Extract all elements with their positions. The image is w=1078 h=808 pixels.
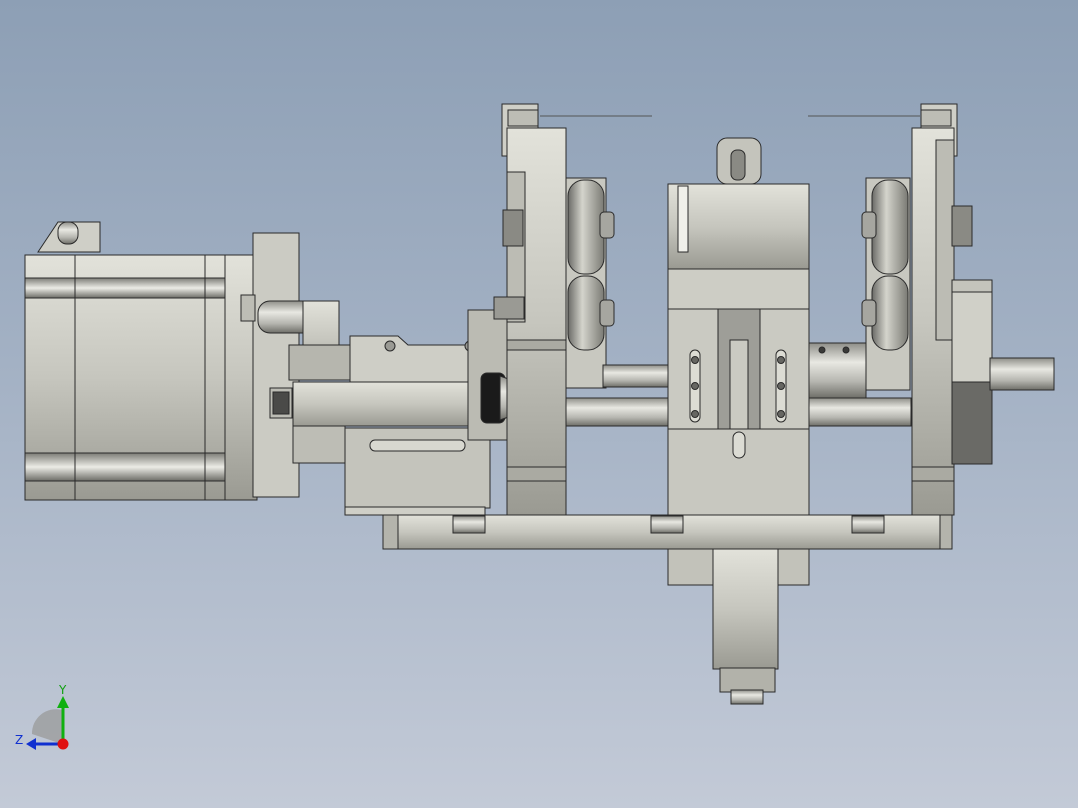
left-roller-upright[interactable] — [493, 103, 615, 516]
motor-fin-bottom — [24, 452, 226, 482]
y-axis-label: Y — [58, 683, 67, 697]
base-plate[interactable] — [382, 514, 953, 550]
right-roller-wheel-upper — [871, 179, 909, 275]
right-roller-wheel-lower — [871, 275, 909, 351]
output-shaft — [989, 357, 1055, 391]
bottom-cylinder[interactable] — [667, 548, 810, 705]
servo-motor[interactable] — [24, 221, 300, 501]
cad-viewport[interactable]: Y Z — [0, 0, 1078, 808]
center-carriage[interactable] — [667, 137, 810, 516]
left-roller-wheel-upper — [567, 179, 605, 275]
z-axis-label: Z — [15, 733, 23, 747]
assembly-model[interactable] — [0, 0, 1078, 808]
orientation-triad: Y Z — [15, 683, 69, 750]
x-axis-dot — [57, 738, 69, 750]
right-roller-upright[interactable] — [861, 103, 1055, 516]
bolt-head-2 — [650, 515, 684, 534]
motor-fin-top — [24, 277, 226, 299]
guide-rod-upper — [602, 364, 670, 388]
bolt-head-3 — [851, 515, 885, 534]
left-roller-wheel-lower — [567, 275, 605, 351]
motor-connector-slot — [57, 221, 79, 245]
bolt-head-1 — [452, 515, 486, 534]
